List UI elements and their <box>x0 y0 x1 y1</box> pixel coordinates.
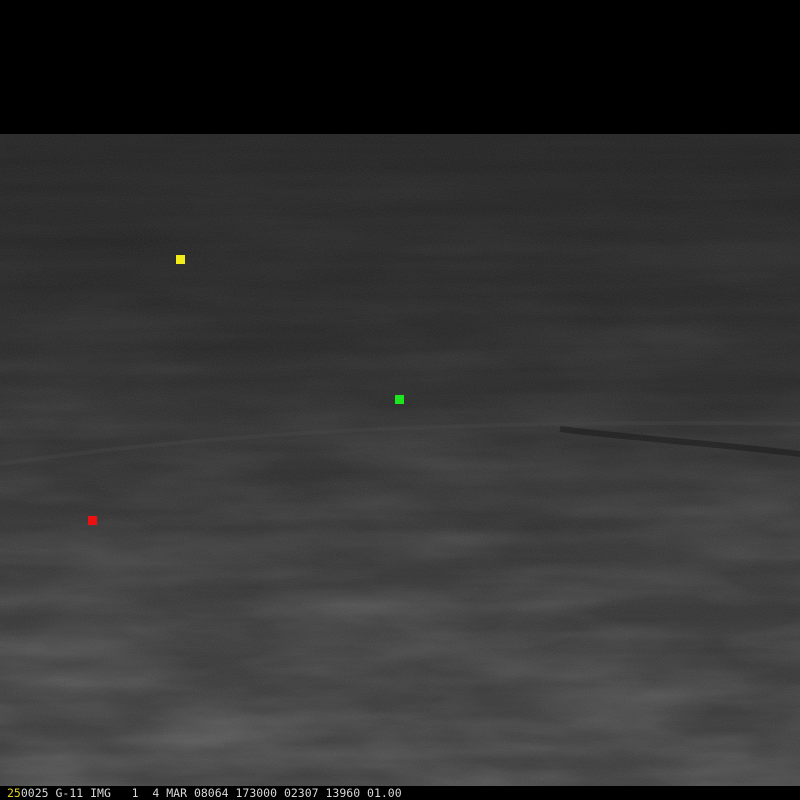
frame-number: 25 <box>7 786 21 800</box>
satellite-image-frame: 250025 G-11 IMG 1 4 MAR 08064 173000 023… <box>0 0 800 800</box>
image-info-label: 0025 G-11 IMG 1 4 MAR 08064 173000 02307… <box>20 786 402 800</box>
space-background <box>0 0 800 134</box>
image-status-bar: 250025 G-11 IMG 1 4 MAR 08064 173000 023… <box>0 786 800 800</box>
earth-cloud-imagery <box>0 134 800 786</box>
red-marker <box>88 516 97 525</box>
yellow-marker <box>176 255 185 264</box>
green-marker <box>395 395 404 404</box>
